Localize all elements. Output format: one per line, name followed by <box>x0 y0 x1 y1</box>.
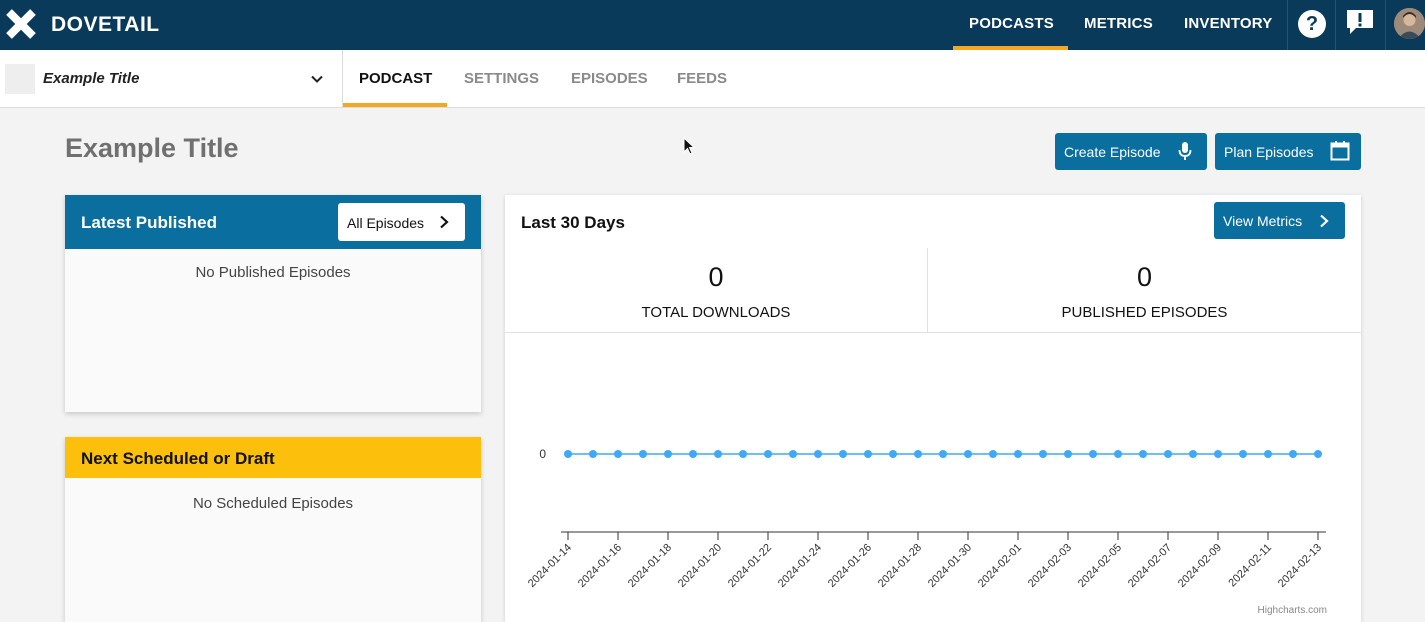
data-point <box>1264 450 1272 458</box>
x-tick-label: 2024-01-16 <box>576 542 624 590</box>
data-point <box>714 450 722 458</box>
topnav-podcasts[interactable]: PODCASTS <box>969 15 1054 32</box>
x-tick-label: 2024-01-22 <box>726 542 774 590</box>
tab-podcast[interactable]: PODCAST <box>359 70 432 87</box>
podcast-thumbnail <box>5 64 35 94</box>
page-title: Example Title <box>65 133 239 163</box>
x-tick-label: 2024-02-11 <box>1226 542 1274 590</box>
dovetail-logo-icon[interactable] <box>6 9 36 39</box>
metrics-card: Last 30 Days View Metrics 0 TOTAL DOWNLO… <box>505 195 1361 622</box>
divider <box>1385 0 1386 50</box>
latest-published-header: Latest Published All Episodes <box>65 195 481 249</box>
data-point <box>1114 450 1122 458</box>
feedback-icon[interactable] <box>1346 9 1374 35</box>
plan-episodes-button[interactable]: Plan Episodes <box>1215 133 1361 170</box>
data-point <box>664 450 672 458</box>
microphone-icon <box>1178 142 1192 160</box>
data-point <box>739 450 747 458</box>
all-episodes-button[interactable]: All Episodes <box>338 203 465 241</box>
tab-settings[interactable]: SETTINGS <box>464 70 539 87</box>
avatar[interactable] <box>1394 8 1425 39</box>
x-tick-label: 2024-01-14 <box>526 542 574 590</box>
x-tick-label: 2024-01-18 <box>626 542 674 590</box>
next-scheduled-title: Next Scheduled or Draft <box>81 449 275 468</box>
data-point <box>914 450 922 458</box>
data-point <box>889 450 897 458</box>
all-episodes-label: All Episodes <box>347 215 425 231</box>
no-published-episodes: No Published Episodes <box>195 264 351 281</box>
x-tick-label: 2024-01-24 <box>776 542 824 590</box>
x-tick-label: 2024-02-13 <box>1276 542 1324 590</box>
data-point <box>1089 450 1097 458</box>
data-point <box>939 450 947 458</box>
chevron-down-icon <box>311 75 323 83</box>
data-point <box>1239 450 1247 458</box>
downloads-line-chart: 02024-01-14 2024-01-16 2024-01-18 2024-01-2… <box>526 447 1327 616</box>
data-point <box>1039 450 1047 458</box>
podcast-subnav: Example Title PODCAST SETTINGS EPISODES … <box>0 50 1425 108</box>
x-tick-label: 2024-02-05 <box>1076 542 1124 590</box>
data-point <box>989 450 997 458</box>
plan-episodes-label: Plan Episodes <box>1224 144 1314 160</box>
next-scheduled-card: Next Scheduled or Draft No Scheduled Epi… <box>65 437 481 622</box>
data-point <box>1189 450 1197 458</box>
x-tick-label: 2024-02-01 <box>976 542 1024 590</box>
data-point <box>764 450 772 458</box>
active-tab-indicator <box>343 103 447 107</box>
calendar-icon <box>1330 141 1350 161</box>
tab-episodes[interactable]: EPISODES <box>571 70 648 87</box>
x-tick-label: 2024-02-07 <box>1126 542 1174 590</box>
x-tick-label: 2024-01-26 <box>826 542 874 590</box>
help-icon[interactable]: ? <box>1298 10 1326 38</box>
data-point <box>689 450 697 458</box>
data-point <box>864 450 872 458</box>
create-episode-label: Create Episode <box>1064 144 1161 160</box>
mouse-cursor-icon <box>683 137 696 155</box>
no-scheduled-episodes: No Scheduled Episodes <box>192 495 354 512</box>
brand-name[interactable]: DOVETAIL <box>51 13 160 37</box>
data-point <box>1164 450 1172 458</box>
latest-published-title: Latest Published <box>81 213 218 232</box>
data-point <box>1014 450 1022 458</box>
create-episode-button[interactable]: Create Episode <box>1055 133 1207 170</box>
data-point <box>964 450 972 458</box>
divider <box>1287 0 1288 50</box>
x-tick-label: 2024-01-20 <box>676 542 724 590</box>
user-avatar-icon <box>1394 8 1425 39</box>
x-tick-label: 2024-02-09 <box>1176 542 1224 590</box>
data-point <box>589 450 597 458</box>
podcast-selector[interactable]: Example Title <box>0 50 343 107</box>
latest-published-card: Latest Published All Episodes No Publish… <box>65 195 481 412</box>
data-point <box>789 450 797 458</box>
podcast-selector-value: Example Title <box>43 70 140 87</box>
topnav-metrics[interactable]: METRICS <box>1084 15 1153 32</box>
topnav-inventory[interactable]: INVENTORY <box>1184 15 1272 32</box>
data-point <box>1289 450 1297 458</box>
x-tick-label: 2024-02-03 <box>1026 542 1074 590</box>
data-point <box>564 450 572 458</box>
chevron-right-icon <box>440 215 449 229</box>
data-point <box>1314 450 1322 458</box>
tab-feeds[interactable]: FEEDS <box>677 70 727 87</box>
next-scheduled-header: Next Scheduled or Draft <box>65 437 481 478</box>
data-point <box>814 450 822 458</box>
data-point <box>639 450 647 458</box>
data-point <box>1064 450 1072 458</box>
data-point <box>1139 450 1147 458</box>
divider <box>1335 0 1336 50</box>
x-tick-label: 2024-01-28 <box>876 542 924 590</box>
data-point <box>1214 450 1222 458</box>
y-tick-label: 0 <box>539 447 546 461</box>
x-tick-label: 2024-01-30 <box>926 542 974 590</box>
chart-credit: Highcharts.com <box>1258 605 1327 616</box>
data-point <box>614 450 622 458</box>
data-point <box>839 450 847 458</box>
top-nav-bar: DOVETAIL PODCASTS METRICS INVENTORY ? <box>0 0 1425 50</box>
